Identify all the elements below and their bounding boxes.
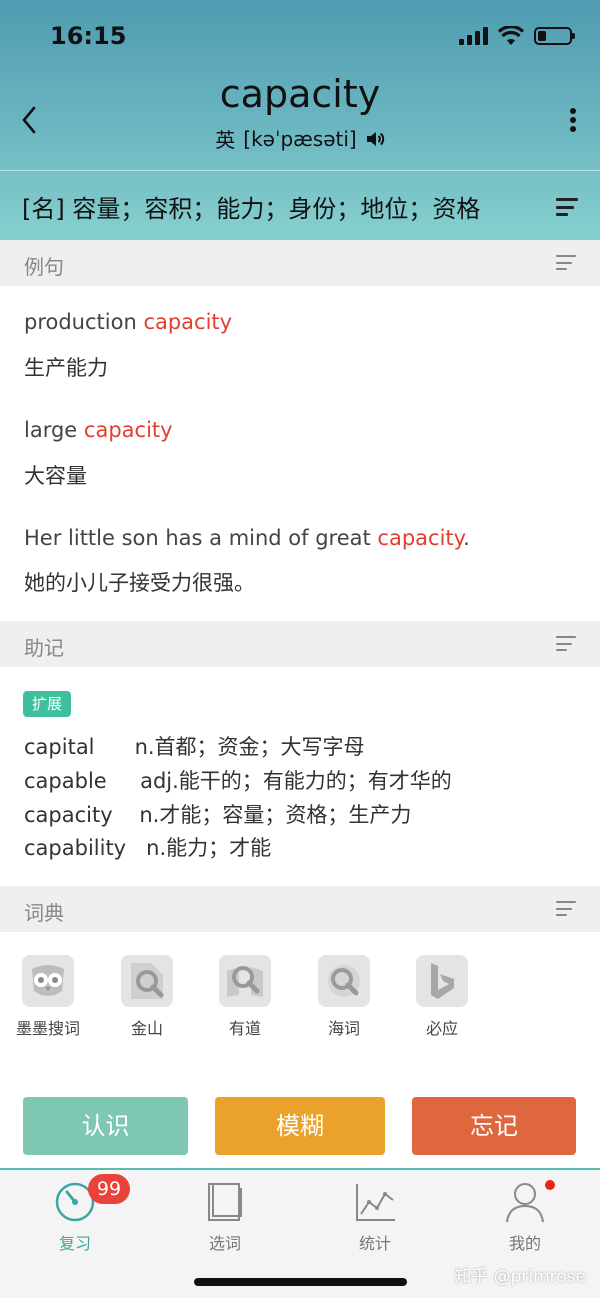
tab-label: 选词 <box>208 1234 241 1253</box>
phonetic-text: [kəˈpæsəti] <box>243 126 357 151</box>
dictionary-haici[interactable]: 海词 <box>299 955 389 1039</box>
dictionary-momo[interactable]: 墨墨搜词 <box>3 955 93 1039</box>
related-word-line: capable adj.能干的；有能力的；有才华的 <box>24 769 452 793</box>
more-options-button[interactable] <box>566 102 580 138</box>
related-word-line: capability n.能力；才能 <box>24 836 272 860</box>
pronunciation-label: 英 <box>215 128 236 152</box>
cellular-signal-icon <box>459 27 488 45</box>
dictionary-title: 词典 <box>24 901 64 925</box>
tab-label: 我的 <box>508 1234 541 1253</box>
forget-button[interactable]: 忘记 <box>412 1097 576 1155</box>
word-title: capacity <box>219 72 381 116</box>
speaker-icon[interactable] <box>365 129 385 149</box>
know-button[interactable]: 认识 <box>23 1097 188 1155</box>
home-indicator[interactable] <box>194 1278 407 1286</box>
collapse-definition-icon[interactable] <box>556 198 578 216</box>
bing-icon <box>416 955 468 1007</box>
fuzzy-button[interactable]: 模糊 <box>215 1097 385 1155</box>
more-dot <box>570 117 576 123</box>
example-text: . <box>463 526 470 550</box>
wifi-icon <box>498 26 524 45</box>
tab-statistics[interactable]: 统计 <box>315 1180 435 1254</box>
dictionary-label: 海词 <box>327 1019 360 1038</box>
status-icons <box>459 26 575 46</box>
example-sentence: production capacity <box>24 310 232 334</box>
wordbook-icon <box>203 1180 247 1224</box>
pronunciation[interactable]: 英 [kəˈpæsəti] <box>0 124 600 153</box>
example-translation: 大容量 <box>24 464 87 488</box>
tab-label: 复习 <box>58 1234 91 1253</box>
dictionary-label: 有道 <box>228 1019 261 1038</box>
extension-badge: 扩展 <box>23 691 71 717</box>
example-keyword: capacity <box>377 526 464 550</box>
collapse-mnemonic-icon[interactable] <box>556 636 578 651</box>
example-text: Her little son has a mind of great <box>24 526 378 550</box>
related-word-line: capital n.首都；资金；大写字母 <box>24 735 365 759</box>
more-dot <box>570 126 576 132</box>
example-keyword: capacity <box>143 310 233 334</box>
dictionary-label: 墨墨搜词 <box>15 1019 80 1038</box>
chart-icon <box>353 1180 397 1224</box>
notification-dot <box>545 1180 555 1190</box>
example-sentence: large capacity <box>24 418 173 442</box>
tab-select-words[interactable]: 选词 <box>165 1180 285 1254</box>
example-translation: 她的小儿子接受力很强。 <box>24 571 255 595</box>
example-text: production <box>24 310 144 334</box>
kingsoft-icon <box>121 955 173 1007</box>
collapse-examples-icon[interactable] <box>556 255 578 270</box>
owl-icon <box>22 955 74 1007</box>
dictionary-bing[interactable]: 必应 <box>397 955 487 1039</box>
examples-title: 例句 <box>24 255 64 279</box>
example-keyword: capacity <box>83 418 173 442</box>
dictionary-section-header[interactable]: 词典 <box>0 886 600 932</box>
status-time: 16:15 <box>50 22 127 50</box>
word-header: 16:15 capacity 英 [kəˈpæsəti] [名] 容量；容积；能… <box>0 0 600 240</box>
dict-cn-icon <box>318 955 370 1007</box>
youdao-icon <box>219 955 271 1007</box>
definition-text: [名] 容量；容积；能力；身份；地位；资格 <box>22 195 481 223</box>
example-sentence: Her little son has a mind of great capac… <box>24 526 470 550</box>
example-translation: 生产能力 <box>24 356 108 380</box>
dictionary-youdao[interactable]: 有道 <box>200 955 290 1039</box>
tab-label: 统计 <box>358 1234 391 1253</box>
profile-icon <box>503 1180 547 1224</box>
definition-bar: [名] 容量；容积；能力；身份；地位；资格 <box>0 170 600 240</box>
tab-profile[interactable]: 我的 <box>465 1180 585 1254</box>
review-progress-line <box>0 1168 405 1170</box>
examples-section-header[interactable]: 例句 <box>0 240 600 286</box>
dictionary-kingsoft[interactable]: 金山 <box>102 955 192 1039</box>
watermark: 知乎 @primrose <box>454 1267 586 1287</box>
mnemonic-title: 助记 <box>24 636 64 660</box>
dictionary-label: 必应 <box>425 1019 458 1038</box>
mnemonic-section-header[interactable]: 助记 <box>0 621 600 667</box>
battery-icon <box>534 27 575 45</box>
status-bar: 16:15 <box>0 0 600 70</box>
more-dot <box>570 108 576 114</box>
related-word-line: capacity n.才能；容量；资格；生产力 <box>24 803 412 827</box>
example-text: large <box>24 418 84 442</box>
dictionary-label: 金山 <box>130 1019 163 1038</box>
collapse-dictionary-icon[interactable] <box>556 901 578 916</box>
review-count-badge: 99 <box>88 1174 130 1204</box>
